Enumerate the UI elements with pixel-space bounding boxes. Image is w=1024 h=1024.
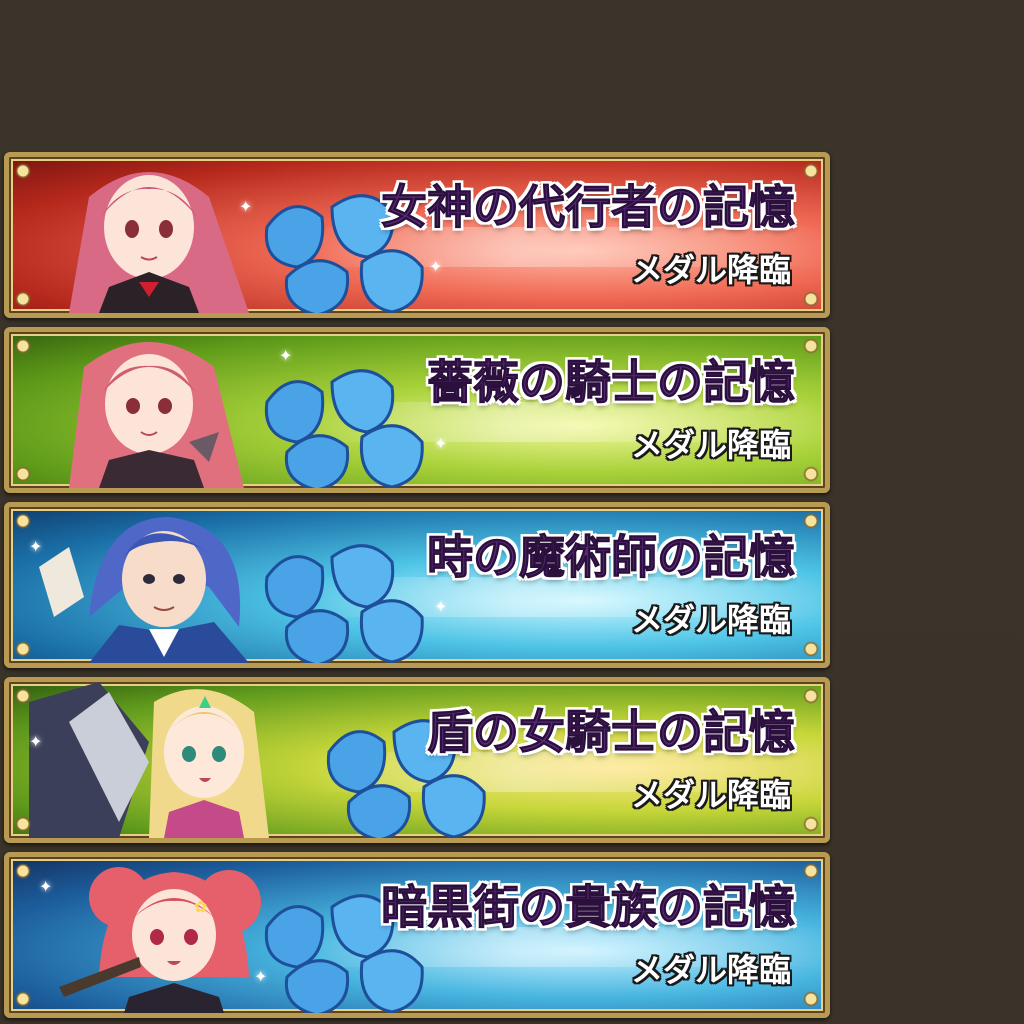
sparkle-icon: ✦: [254, 967, 268, 986]
event-banner-shield-knight[interactable]: ✦ 盾の女騎士の記憶 メダル降臨: [4, 677, 830, 843]
banner-title: 女神の代行者の記憶: [381, 180, 796, 235]
banner-subtitle: メダル降臨: [630, 251, 791, 289]
svg-text:✿: ✿: [194, 897, 207, 916]
character-portrait: ✿: [29, 857, 269, 1013]
banner-subtitle: メダル降臨: [630, 601, 791, 639]
sparkle-icon: ✦: [39, 877, 53, 896]
banner-title: 薔薇の騎士の記憶: [427, 355, 796, 410]
banner-subtitle: メダル降臨: [630, 776, 791, 814]
medal-event-list: ✦ ✦ 女神の代行者の記憶 メダル降臨 ✦ ✦ 薔薇の騎士の記憶 メダル降臨 ✦…: [0, 0, 1024, 1024]
blue-medal-icon: [247, 362, 447, 488]
character-portrait: [29, 682, 269, 838]
event-banner-goddess-agent[interactable]: ✦ ✦ 女神の代行者の記憶 メダル降臨: [4, 152, 830, 318]
character-portrait: [29, 157, 269, 313]
character-portrait: [29, 332, 269, 488]
banner-subtitle: メダル降臨: [630, 426, 791, 464]
sparkle-icon: ✦: [29, 732, 43, 751]
banner-subtitle: メダル降臨: [630, 951, 791, 989]
sparkle-icon: ✦: [434, 434, 448, 453]
event-banner-rose-knight[interactable]: ✦ ✦ 薔薇の騎士の記憶 メダル降臨: [4, 327, 830, 493]
banner-title: 時の魔術師の記憶: [427, 530, 796, 585]
sparkle-icon: ✦: [239, 197, 253, 216]
character-portrait: [29, 507, 269, 663]
sparkle-icon: ✦: [429, 257, 443, 276]
banner-title: 盾の女騎士の記憶: [427, 705, 796, 760]
banner-title: 暗黒街の貴族の記憶: [381, 880, 796, 935]
blue-medal-icon: [247, 537, 447, 663]
sparkle-icon: ✦: [29, 537, 43, 556]
sparkle-icon: ✦: [434, 597, 448, 616]
sparkle-icon: ✦: [279, 346, 293, 365]
event-banner-time-magician[interactable]: ✦ ✦ 時の魔術師の記憶 メダル降臨: [4, 502, 830, 668]
event-banner-underworld-noble[interactable]: ✿ ✦ ✦ 暗黒街の貴族の記憶 メダル降臨: [4, 852, 830, 1018]
